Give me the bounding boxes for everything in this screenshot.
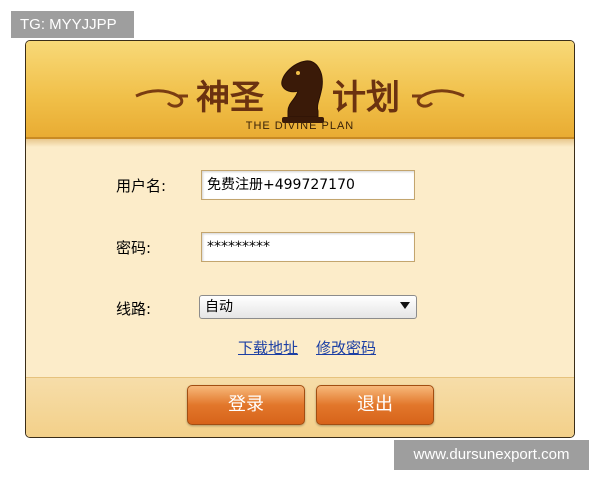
banner-title-right: 计划 [332,78,400,118]
route-select-value: 自动 [205,299,233,315]
route-select[interactable]: 自动 [199,295,417,319]
banner-header: 神圣 计划 THE DIVINE PLAN [26,41,574,139]
change-password-link[interactable]: 修改密码 [316,337,376,358]
banner-divider [26,139,574,147]
banner-subtitle: THE DIVINE PLAN [246,120,355,132]
username-label: 用户名: [116,177,167,195]
exit-button[interactable]: 退出 [316,385,434,425]
tg-label: TG: MYYJJPP [11,11,134,38]
password-label: 密码: [116,239,152,257]
chess-knight-icon [281,60,324,123]
watermark-label: www.dursunexport.com [394,440,589,470]
banner-graphic: 神圣 计划 THE DIVINE PLAN [135,60,465,132]
download-link[interactable]: 下载地址 [238,337,298,358]
button-bar: 登录 退出 [26,377,574,437]
username-input[interactable]: 免费注册+499727170 [201,170,415,200]
password-input[interactable]: ********* [201,232,415,262]
login-window: 神圣 计划 THE DIVINE PLAN 用户名: 免费注册+49972717… [25,40,575,438]
login-form: 用户名: 免费注册+499727170 密码: ********* 线路: 自动… [26,147,574,377]
chevron-down-icon[interactable] [400,302,410,309]
route-label: 线路: [116,300,152,318]
login-button[interactable]: 登录 [187,385,305,425]
banner-title-left: 神圣 [196,78,264,118]
